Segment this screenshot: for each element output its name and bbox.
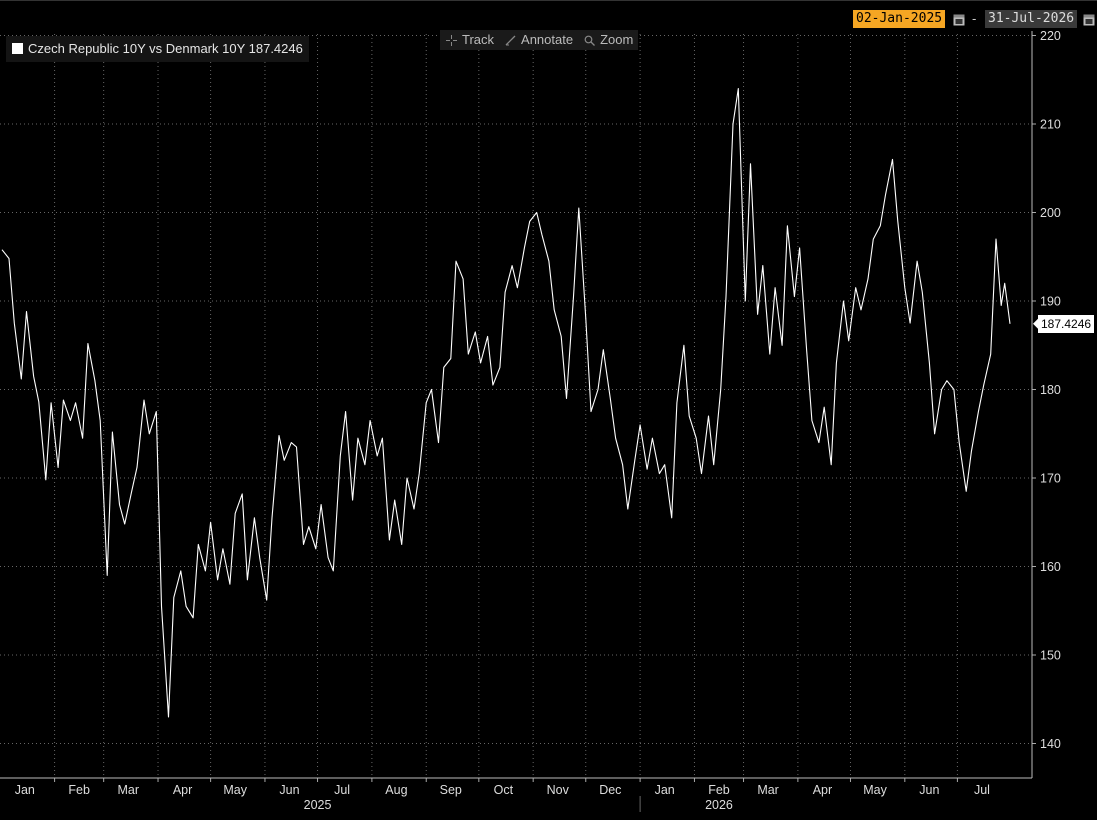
last-value-label: 187.4246 <box>1038 314 1095 333</box>
x-year-label: 2025 <box>304 798 332 812</box>
x-tick-label: Apr <box>173 783 192 797</box>
x-tick-label: Jul <box>334 783 350 797</box>
tick-labels: 140 150 160 170 180 190 200 210 220 Jan Feb Mar Apr M… <box>15 29 1061 812</box>
x-tick-label: May <box>863 783 887 797</box>
y-tick-label: 220 <box>1040 29 1061 43</box>
axes <box>0 30 1038 812</box>
chart-area[interactable]: 140 150 160 170 180 190 200 210 220 Jan Feb Mar Apr M… <box>0 0 1097 820</box>
calendar-icon[interactable] <box>953 12 965 26</box>
x-tick-label: Jun <box>919 783 939 797</box>
x-tick-label: Jan <box>655 783 675 797</box>
crosshair-icon <box>446 34 457 46</box>
end-date-field[interactable]: 31-Jul-2026 <box>985 10 1078 28</box>
y-tick-label: 170 <box>1040 472 1061 486</box>
x-tick-label: Apr <box>813 783 832 797</box>
legend-text: Czech Republic 10Y vs Denmark 10Y 187.42… <box>28 41 303 56</box>
x-tick-label: Jan <box>15 783 35 797</box>
zoom-button[interactable]: Zoom <box>578 30 638 50</box>
magnifier-icon <box>584 35 596 46</box>
track-label: Track <box>462 32 495 47</box>
x-tick-label: Sep <box>440 783 462 797</box>
pencil-icon <box>505 35 516 45</box>
track-button[interactable]: Track <box>440 30 499 50</box>
y-tick-label: 150 <box>1040 649 1061 663</box>
calendar-icon[interactable] <box>1083 12 1095 26</box>
y-tick-label: 160 <box>1040 560 1061 574</box>
annotate-label: Annotate <box>521 32 574 47</box>
start-date-field[interactable]: 02-Jan-2025 <box>853 10 946 28</box>
x-tick-label: Jun <box>279 783 299 797</box>
legend-swatch <box>12 43 23 54</box>
y-tick-label: 210 <box>1040 118 1061 132</box>
annotate-button[interactable]: Annotate <box>499 30 578 50</box>
x-tick-label: Feb <box>68 783 90 797</box>
x-tick-label: Mar <box>117 783 139 797</box>
grid <box>0 30 1032 778</box>
x-year-label: 2026 <box>705 798 733 812</box>
x-tick-label: Oct <box>494 783 514 797</box>
y-tick-label: 200 <box>1040 206 1061 220</box>
series-line <box>1 88 1011 718</box>
x-tick-label: Mar <box>757 783 779 797</box>
x-tick-label: May <box>223 783 247 797</box>
zoom-label: Zoom <box>600 32 634 47</box>
x-tick-label: Nov <box>547 783 570 797</box>
x-tick-label: Aug <box>385 783 407 797</box>
date-separator: - <box>972 11 977 26</box>
x-tick-label: Jul <box>974 783 990 797</box>
y-tick-label: 140 <box>1040 737 1061 751</box>
y-tick-label: 190 <box>1040 295 1061 309</box>
date-range-bar: 02-Jan-2025 - 31-Jul-2026 <box>0 0 1097 31</box>
y-tick-label: 180 <box>1040 383 1061 397</box>
x-tick-label: Dec <box>599 783 621 797</box>
chart-toolbar: Track Annotate Zoom <box>440 30 639 50</box>
legend[interactable]: Czech Republic 10Y vs Denmark 10Y 187.42… <box>6 36 309 62</box>
x-tick-label: Feb <box>708 783 730 797</box>
series-layer <box>1 88 1011 718</box>
